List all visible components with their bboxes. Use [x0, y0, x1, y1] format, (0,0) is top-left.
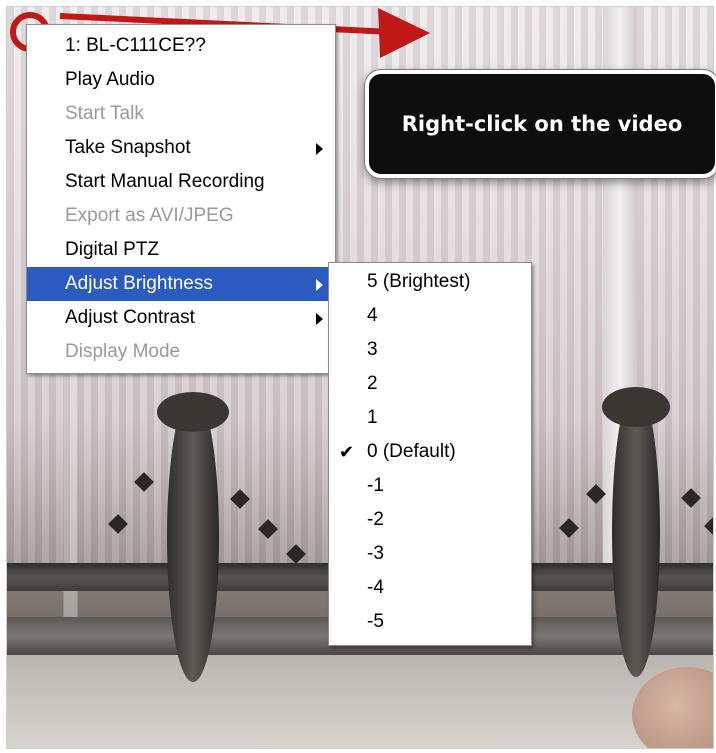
brightness-option-2[interactable]: 2 — [329, 367, 531, 401]
menu-item-label: Start Talk — [65, 103, 144, 124]
instruction-text: Right-click on the video — [401, 112, 683, 136]
chevron-right-icon — [316, 279, 323, 291]
menu-item-adjust-contrast[interactable]: Adjust Contrast — [27, 301, 335, 335]
menu-item-export-as-avi-jpeg: Export as AVI/JPEG — [27, 199, 335, 233]
menu-item-label: Play Audio — [65, 69, 155, 90]
brightness-option-label: 5 (Brightest) — [367, 271, 471, 292]
menu-item-label: Digital PTZ — [65, 239, 159, 260]
brightness-option-5-brightest[interactable]: 5 (Brightest) — [329, 265, 531, 299]
brightness-option-label: -5 — [367, 611, 384, 632]
menu-item-label: Adjust Brightness — [65, 273, 213, 294]
menu-item-take-snapshot[interactable]: Take Snapshot — [27, 131, 335, 165]
brightness-option-2[interactable]: -2 — [329, 503, 531, 537]
menu-item-label: Start Manual Recording — [65, 171, 265, 192]
brightness-option-1[interactable]: -1 — [329, 469, 531, 503]
brightness-option-label: -2 — [367, 509, 384, 530]
brightness-option-label: 3 — [367, 339, 378, 360]
context-menu: 1: BL-C111CE?? Play Audio Start Talk Take S… — [26, 24, 336, 374]
brightness-option-3[interactable]: 3 — [329, 333, 531, 367]
menu-item-start-manual-recording[interactable]: Start Manual Recording — [27, 165, 335, 199]
brightness-option-0-default[interactable]: ✔ 0 (Default) — [329, 435, 531, 469]
menu-item-start-talk: Start Talk — [27, 97, 335, 131]
menu-item-digital-ptz[interactable]: Digital PTZ — [27, 233, 335, 267]
chevron-right-icon — [316, 143, 323, 155]
brightness-option-4[interactable]: 4 — [329, 299, 531, 333]
figure-right — [602, 387, 670, 677]
figure-left — [157, 392, 229, 682]
brightness-option-3[interactable]: -3 — [329, 537, 531, 571]
brightness-option-4[interactable]: -4 — [329, 571, 531, 605]
brightness-option-label: -1 — [367, 475, 384, 496]
brightness-option-label: -4 — [367, 577, 384, 598]
menu-item-adjust-brightness[interactable]: Adjust Brightness — [27, 267, 335, 301]
brightness-option-label: 0 (Default) — [367, 441, 456, 462]
menu-item-1-bl-c111ce[interactable]: 1: BL-C111CE?? — [27, 29, 335, 63]
brightness-submenu: 5 (Brightest) 4 3 2 1 ✔ 0 (Default) -1 -2 -3 -4 -5 — [328, 262, 532, 646]
brightness-option-label: 1 — [367, 407, 378, 428]
menu-item-play-audio[interactable]: Play Audio — [27, 63, 335, 97]
menu-item-label: 1: BL-C111CE?? — [65, 35, 206, 56]
menu-item-display-mode: Display Mode — [27, 335, 335, 369]
menu-item-label: Adjust Contrast — [65, 307, 195, 328]
brightness-option-5[interactable]: -5 — [329, 605, 531, 639]
brightness-option-1[interactable]: 1 — [329, 401, 531, 435]
menu-item-label: Take Snapshot — [65, 137, 191, 158]
brightness-option-label: -3 — [367, 543, 384, 564]
floor-area — [7, 655, 713, 748]
menu-item-label: Export as AVI/JPEG — [65, 205, 234, 226]
instruction-callout: Right-click on the video — [365, 70, 716, 178]
menu-item-label: Display Mode — [65, 341, 181, 362]
brightness-option-label: 2 — [367, 373, 378, 394]
chevron-right-icon — [316, 313, 323, 325]
brightness-option-label: 4 — [367, 305, 378, 326]
checkmark-icon: ✔ — [339, 442, 355, 462]
